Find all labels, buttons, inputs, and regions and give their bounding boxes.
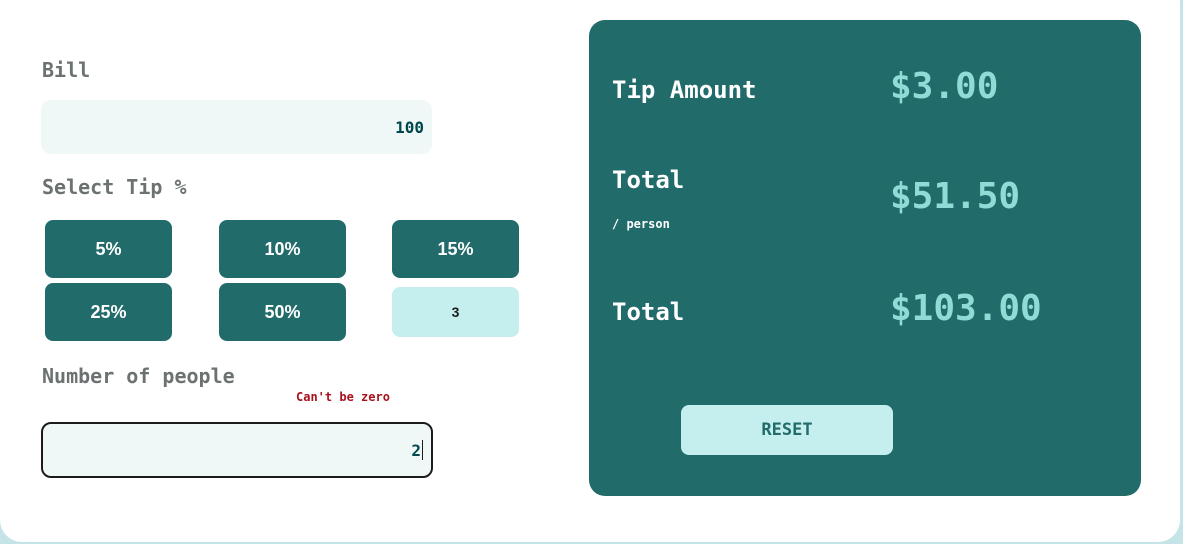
bill-input[interactable]: 100 xyxy=(41,100,432,154)
tip-button-5[interactable]: 5% xyxy=(45,220,172,278)
people-input[interactable]: 2 xyxy=(41,422,433,478)
people-label: Number of people xyxy=(42,364,235,388)
bill-input-value: 100 xyxy=(395,117,424,137)
total-value: $103.00 xyxy=(890,288,1042,329)
total-label: Total xyxy=(612,298,685,326)
per-person-sublabel: / person xyxy=(612,217,670,231)
select-tip-label: Select Tip % xyxy=(42,175,187,199)
custom-tip-input[interactable]: 3 xyxy=(392,287,519,337)
tip-button-25[interactable]: 25% xyxy=(45,283,172,341)
tip-amount-label: Tip Amount xyxy=(612,76,757,104)
tip-button-10[interactable]: 10% xyxy=(219,220,346,278)
people-input-value: 2 xyxy=(411,440,421,460)
tip-button-50[interactable]: 50% xyxy=(219,283,346,341)
people-error-message: Can't be zero xyxy=(296,390,390,404)
tip-button-15[interactable]: 15% xyxy=(392,220,519,278)
reset-button[interactable]: RESET xyxy=(681,405,893,455)
total-per-person-label: Total xyxy=(612,166,685,194)
bill-label: Bill xyxy=(42,58,91,82)
tip-amount-value: $3.00 xyxy=(890,66,999,107)
results-panel: Tip Amount $3.00 Total / person $51.50 T… xyxy=(589,20,1141,496)
text-caret xyxy=(422,440,423,460)
total-per-person-value: $51.50 xyxy=(890,176,1021,217)
